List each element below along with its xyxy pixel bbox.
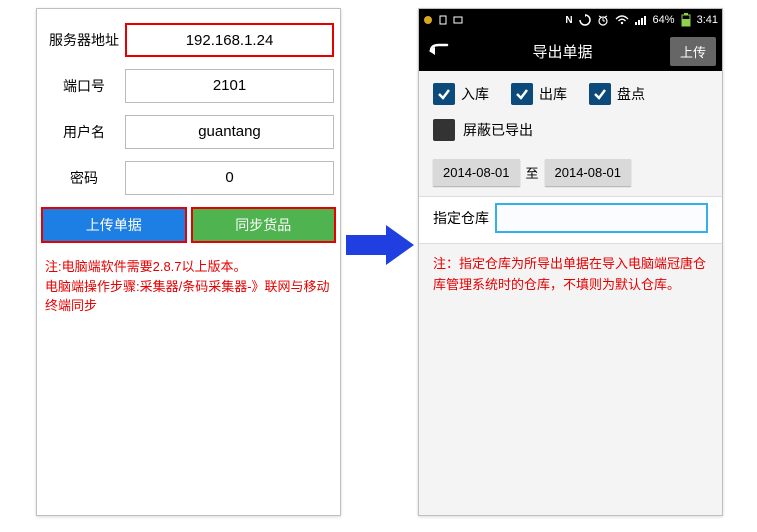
arrow-icon bbox=[346, 225, 414, 265]
warehouse-label: 指定仓库 bbox=[433, 208, 489, 228]
back-arrow-icon bbox=[429, 42, 451, 60]
checkbox-in-label: 入库 bbox=[461, 84, 489, 104]
row-server: 服务器地址 192.168.1.24 bbox=[37, 9, 340, 63]
input-port[interactable]: 2101 bbox=[125, 69, 334, 103]
checkbox-row: 入库 出库 盘点 bbox=[419, 71, 722, 111]
checkbox-in[interactable]: 入库 bbox=[433, 83, 489, 105]
check-icon bbox=[589, 83, 611, 105]
signal-icon bbox=[635, 14, 647, 26]
right-phone-export: N 64% 3:41 导出单据 上传 入库 bbox=[418, 8, 723, 516]
status-bar: N 64% 3:41 bbox=[419, 9, 722, 31]
date-from-button[interactable]: 2014-08-01 bbox=[433, 159, 520, 186]
date-to-label: 至 bbox=[526, 163, 539, 182]
sync-icon bbox=[579, 14, 591, 26]
input-pass[interactable]: 0 bbox=[125, 161, 334, 195]
button-row: 上传单据 同步货品 bbox=[37, 201, 340, 249]
date-row: 2014-08-01 至 2014-08-01 bbox=[419, 149, 722, 196]
label-port: 端口号 bbox=[43, 76, 125, 96]
checkbox-stock-label: 盘点 bbox=[617, 84, 645, 104]
status-portrait-icon bbox=[439, 14, 447, 26]
upload-button[interactable]: 上传 bbox=[670, 37, 716, 66]
label-server: 服务器地址 bbox=[43, 30, 125, 50]
input-user[interactable]: guantang bbox=[125, 115, 334, 149]
title-bar: 导出单据 上传 bbox=[419, 31, 722, 71]
row-user: 用户名 guantang bbox=[37, 109, 340, 155]
checkbox-shield[interactable]: 屏蔽已导出 bbox=[419, 111, 722, 149]
unchecked-box-icon bbox=[433, 119, 455, 141]
row-pass: 密码 0 bbox=[37, 155, 340, 201]
back-button[interactable] bbox=[425, 36, 455, 66]
left-phone-config: 服务器地址 192.168.1.24 端口号 2101 用户名 guantang… bbox=[36, 8, 341, 516]
battery-icon bbox=[681, 13, 691, 27]
shield-label: 屏蔽已导出 bbox=[463, 120, 533, 140]
upload-bill-button[interactable]: 上传单据 bbox=[41, 207, 187, 243]
note-text: 注:电脑端软件需要2.8.7以上版本。 电脑端操作步骤:采集器/条码采集器-》联… bbox=[37, 249, 340, 324]
status-landscape-icon bbox=[453, 14, 463, 26]
page-title: 导出单据 bbox=[455, 41, 670, 62]
label-user: 用户名 bbox=[43, 122, 125, 142]
sync-goods-button[interactable]: 同步货品 bbox=[191, 207, 337, 243]
warehouse-note: 注：指定仓库为所导出单据在导入电脑端冠唐仓库管理系统时的仓库，不填则为默认仓库。 bbox=[419, 244, 722, 306]
nfc-icon: N bbox=[565, 15, 572, 26]
checkbox-stock[interactable]: 盘点 bbox=[589, 83, 645, 105]
check-icon bbox=[511, 83, 533, 105]
warehouse-input[interactable] bbox=[495, 203, 708, 233]
clock-text: 3:41 bbox=[697, 14, 718, 26]
alarm-icon bbox=[597, 14, 609, 26]
status-dot-icon bbox=[423, 14, 433, 26]
date-to-button[interactable]: 2014-08-01 bbox=[545, 159, 632, 186]
wifi-icon bbox=[615, 14, 629, 26]
warehouse-row: 指定仓库 bbox=[419, 197, 722, 243]
input-server[interactable]: 192.168.1.24 bbox=[125, 23, 334, 57]
check-icon bbox=[433, 83, 455, 105]
battery-text: 64% bbox=[653, 14, 675, 26]
label-pass: 密码 bbox=[43, 168, 125, 188]
checkbox-out[interactable]: 出库 bbox=[511, 83, 567, 105]
checkbox-out-label: 出库 bbox=[539, 84, 567, 104]
row-port: 端口号 2101 bbox=[37, 63, 340, 109]
